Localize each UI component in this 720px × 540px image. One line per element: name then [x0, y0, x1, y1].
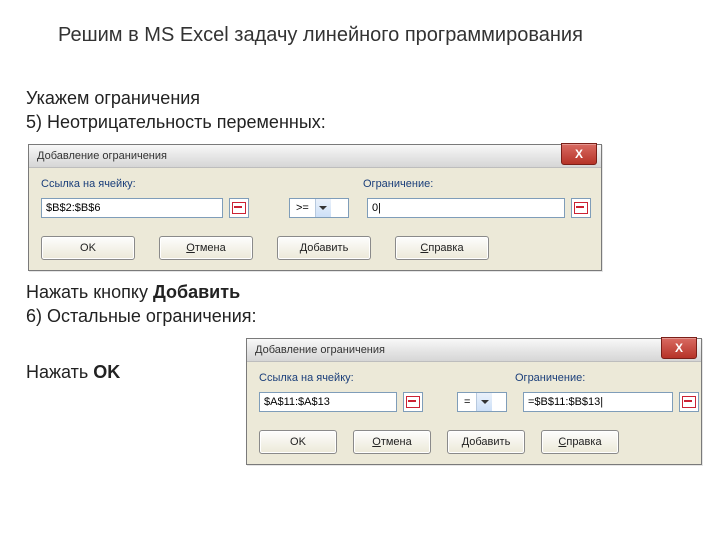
constraint-label: Ограничение:: [363, 178, 433, 190]
chevron-down-icon: [476, 393, 492, 411]
dialog-body: Ссылка на ячейку: Ограничение: $A$11:$A$…: [247, 362, 701, 464]
text-line: 5) Неотрицательность переменных:: [26, 110, 326, 134]
constraint-input[interactable]: =$B$11:$B$13|: [523, 392, 673, 412]
cell-ref-input[interactable]: $A$11:$A$13: [259, 392, 397, 412]
cancel-button[interactable]: Отмена: [353, 430, 431, 454]
text-line: 6) Остальные ограничения:: [26, 304, 257, 328]
add-button[interactable]: Добавить: [277, 236, 371, 260]
ok-button[interactable]: OK: [41, 236, 135, 260]
close-icon[interactable]: X: [561, 143, 597, 165]
add-button[interactable]: Добавить: [447, 430, 525, 454]
text-press-add: Нажать кнопку Добавить 6) Остальные огра…: [26, 280, 257, 329]
operator-value: =: [458, 396, 476, 408]
range-picker-icon: [232, 202, 246, 214]
range-picker-icon: [574, 202, 588, 214]
add-constraint-dialog-1: Добавление ограничения X Ссылка на ячейк…: [28, 144, 602, 271]
text-line: Укажем ограничения: [26, 86, 326, 110]
range-picker-button[interactable]: [679, 392, 699, 412]
range-picker-button[interactable]: [571, 198, 591, 218]
range-picker-button[interactable]: [229, 198, 249, 218]
page-title: Решим в MS Excel задачу линейного програ…: [58, 24, 583, 47]
text-constraints-intro: Укажем ограничения 5) Неотрицательность …: [26, 86, 326, 135]
cell-ref-label: Ссылка на ячейку:: [259, 372, 354, 384]
constraint-input[interactable]: 0|: [367, 198, 565, 218]
add-constraint-dialog-2: Добавление ограничения X Ссылка на ячейк…: [246, 338, 702, 465]
chevron-down-icon: [315, 199, 331, 217]
range-picker-icon: [406, 396, 420, 408]
range-picker-button[interactable]: [403, 392, 423, 412]
cancel-button[interactable]: Отмена: [159, 236, 253, 260]
operator-combo[interactable]: =: [457, 392, 507, 412]
constraint-label: Ограничение:: [515, 372, 585, 384]
ok-button[interactable]: OK: [259, 430, 337, 454]
titlebar: Добавление ограничения X: [29, 145, 601, 168]
text-line: Нажать кнопку Добавить: [26, 280, 257, 304]
dialog-title: Добавление ограничения: [37, 150, 167, 162]
cell-ref-input[interactable]: $B$2:$B$6: [41, 198, 223, 218]
help-button[interactable]: Справка: [541, 430, 619, 454]
text-press-ok: Нажать OK: [26, 360, 120, 384]
operator-combo[interactable]: >=: [289, 198, 349, 218]
dialog-title: Добавление ограничения: [255, 344, 385, 356]
titlebar: Добавление ограничения X: [247, 339, 701, 362]
cell-ref-label: Ссылка на ячейку:: [41, 178, 136, 190]
close-icon[interactable]: X: [661, 337, 697, 359]
operator-value: >=: [290, 202, 315, 214]
help-button[interactable]: Справка: [395, 236, 489, 260]
dialog-body: Ссылка на ячейку: Ограничение: $B$2:$B$6…: [29, 168, 601, 270]
range-picker-icon: [682, 396, 696, 408]
